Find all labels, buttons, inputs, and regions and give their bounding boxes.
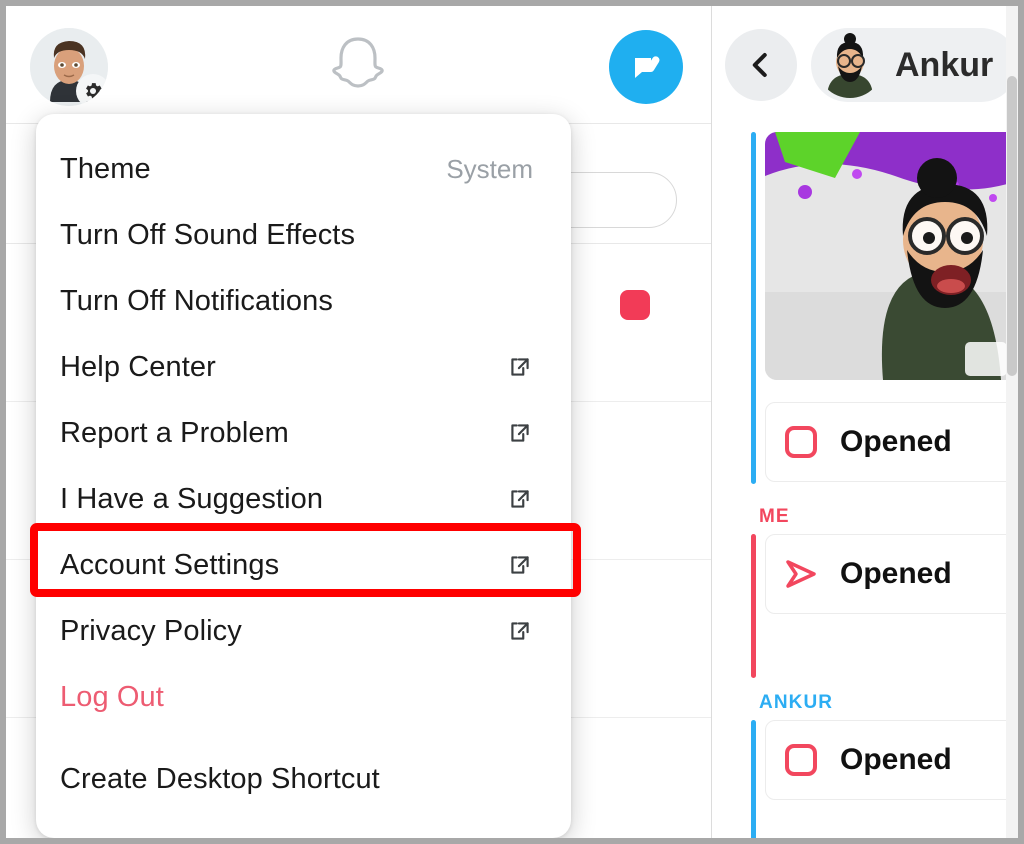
- snap-square-icon: [784, 743, 818, 777]
- external-link-icon: [507, 420, 533, 446]
- snap-status-icon: [620, 290, 650, 320]
- menu-item-label: Turn Off Notifications: [60, 284, 333, 317]
- external-link-icon: [507, 486, 533, 512]
- menu-item-report-a-problem[interactable]: Report a Problem: [36, 400, 571, 466]
- menu-item-label: Account Settings: [60, 548, 280, 581]
- app-window: ➤ Opened · on Theme System Turn Off Soun…: [0, 0, 1024, 844]
- new-chat-icon: [635, 56, 660, 78]
- peer-chip[interactable]: Ankur: [811, 28, 1018, 102]
- snap-square-icon: [784, 425, 818, 459]
- menu-item-privacy-policy[interactable]: Privacy Policy: [36, 598, 571, 664]
- back-button[interactable]: [725, 29, 797, 101]
- theme-value: System: [446, 153, 533, 184]
- group-accent-bar: [751, 720, 756, 838]
- menu-item-theme[interactable]: Theme System: [36, 136, 571, 202]
- window-scrollbar-track[interactable]: [1006, 6, 1018, 838]
- group-accent-bar: [751, 132, 756, 484]
- message-bubble[interactable]: Opened: [765, 720, 1018, 800]
- menu-item-label: Create Desktop Shortcut: [60, 762, 380, 795]
- chevron-left-icon: [752, 53, 767, 77]
- group-label: ME: [759, 506, 790, 527]
- group-accent-bar: [751, 534, 756, 678]
- sticker-message[interactable]: [765, 132, 1018, 380]
- external-link-icon: [507, 618, 533, 644]
- peer-name: Ankur: [895, 45, 994, 84]
- menu-item-label: Turn Off Sound Effects: [60, 218, 356, 251]
- menu-item-account-settings[interactable]: Account Settings: [36, 532, 571, 598]
- message-status: Opened: [840, 743, 952, 776]
- external-link-icon: [507, 354, 533, 380]
- profile-avatar[interactable]: [30, 28, 108, 106]
- menu-divider-gap: [36, 730, 571, 746]
- message-thread[interactable]: Opened ME Opened ANKUR Opened: [713, 124, 1018, 838]
- menu-item-turn-off-notifications[interactable]: Turn Off Notifications: [36, 268, 571, 334]
- menu-item-create-desktop-shortcut[interactable]: Create Desktop Shortcut: [36, 746, 571, 812]
- thread-group: Opened: [751, 132, 1018, 492]
- message-bubble[interactable]: Opened: [765, 534, 1018, 614]
- peer-avatar: [817, 32, 883, 98]
- menu-item-log-out[interactable]: Log Out: [36, 664, 571, 730]
- gear-icon[interactable]: [76, 74, 108, 106]
- snapchat-ghost-logo: [324, 34, 392, 106]
- message-status: Opened: [840, 557, 952, 590]
- bitmoji-sticker-image: [765, 132, 1018, 380]
- menu-item-label: I Have a Suggestion: [60, 482, 324, 515]
- menu-item-label: Log Out: [60, 680, 164, 713]
- menu-item-label: Privacy Policy: [60, 614, 242, 647]
- chat-arrow-icon: [784, 559, 818, 589]
- menu-item-turn-off-sound-effects[interactable]: Turn Off Sound Effects: [36, 202, 571, 268]
- message-status: Opened: [840, 425, 952, 458]
- new-chat-button[interactable]: [609, 30, 683, 104]
- message-bubble[interactable]: Opened: [765, 402, 1018, 482]
- thread-group: ME Opened: [751, 492, 1018, 678]
- window-scrollbar-thumb[interactable]: [1007, 76, 1017, 376]
- group-label: ANKUR: [759, 692, 834, 713]
- menu-item-help-center[interactable]: Help Center: [36, 334, 571, 400]
- menu-item-label: Help Center: [60, 350, 216, 383]
- external-link-icon: [507, 552, 533, 578]
- settings-dropdown-menu[interactable]: Theme System Turn Off Sound Effects Turn…: [36, 114, 571, 838]
- conversation-pane: Ankur Opened ME Opened ANKUR Opened: [713, 6, 1018, 838]
- left-header-bar: [6, 6, 711, 124]
- conversation-header: Ankur: [713, 6, 1018, 124]
- thread-group: ANKUR Opened: [751, 678, 1018, 838]
- menu-item-label: Theme: [60, 152, 151, 185]
- menu-item-label: Report a Problem: [60, 416, 289, 449]
- menu-item-i-have-a-suggestion[interactable]: I Have a Suggestion: [36, 466, 571, 532]
